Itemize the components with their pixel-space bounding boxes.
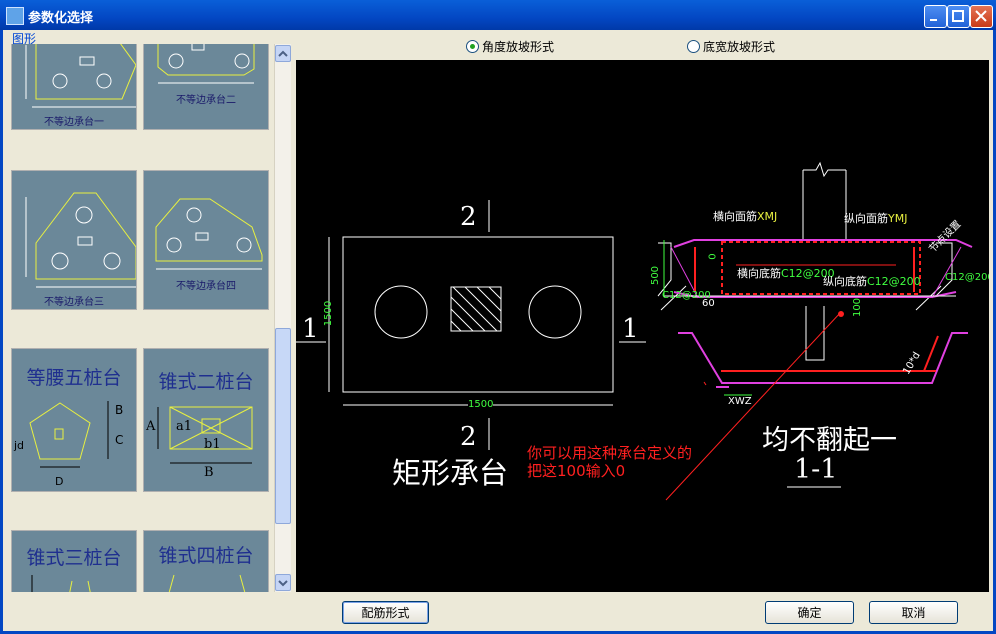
label-hundred: 100 [852,297,864,318]
title-bar: 参数化选择 [0,0,996,30]
label-bottom-transverse: 横向底筋C12@200 [737,267,835,280]
shape-thumb-6[interactable]: 锥式二桩台 A a1 b1 B [143,348,269,492]
ok-button[interactable]: 确定 [765,601,854,624]
close-button[interactable] [970,5,993,28]
cancel-button[interactable]: 取消 [869,601,958,624]
label-zero: 0 [707,253,719,260]
maximize-icon [952,10,964,22]
shape-thumb-5[interactable]: 等腰五桩台 B C D jd [11,348,137,492]
scroll-thumb[interactable] [275,328,291,524]
maximize-button[interactable] [947,5,970,28]
label-angle: 60 [702,298,715,309]
shape-thumb-1[interactable]: 不等边承台一 [11,44,137,130]
radio-unchecked-icon[interactable] [687,40,700,53]
shape-1-label: 不等边承台一 [44,117,104,128]
section-mark-bottom: 2 [460,422,477,452]
shape-3-drawing [25,192,136,288]
shape-thumb-7[interactable]: 锥式三桩台 [11,530,137,592]
window-title: 参数化选择 [28,11,94,26]
label-top-transverse: 横向面筋XMJ [713,210,778,223]
shape-7-drawing [31,575,91,592]
chevron-down-icon [278,580,288,587]
gallery-scrollbar[interactable] [274,44,291,592]
section-title: 均不翻起一 [762,425,897,456]
app-icon [6,7,24,25]
shape-8-drawing [168,574,246,592]
section-mark-top: 2 [460,202,477,232]
shape-2-label: 不等边承台二 [176,95,236,106]
radio-angle-slope[interactable]: 角度放坡形式 [466,38,554,55]
reinforce-form-button[interactable]: 配筋形式 [342,601,429,624]
dim-b-label-2: B [204,465,214,480]
label-xwz: XWZ [728,396,752,407]
dim-b-label: B [115,403,124,417]
dim-jd-label: jd [14,439,25,452]
radio-angle-slope-label: 角度放坡形式 [482,40,555,54]
shape-thumb-3[interactable]: 不等边承台三 [11,170,137,310]
shape-2-drawing [157,44,255,84]
dim-a1-label: a1 [176,419,193,434]
radio-checked-icon[interactable] [466,40,479,53]
section-name: 1-1 [794,454,838,485]
shape-5-drawing [29,401,109,468]
label-h500: 500 [650,265,662,286]
label-rebar-spec-right: C12@200 [945,272,989,283]
shape-4-label: 不等边承台四 [176,281,236,292]
shape-thumb-4[interactable]: 不等边承台四 [143,170,269,310]
side-mark-left: 1 [302,314,319,344]
label-bottom-longitudinal: 纵向底筋C12@200 [823,275,921,288]
shape-thumb-8[interactable]: 锥式四桩台 [143,530,269,592]
dim-a-label: A [146,419,156,434]
scroll-up-button[interactable] [275,45,291,62]
plan-width-dim: 1500 [468,399,494,410]
dim-d-label: D [55,475,64,488]
shape-thumb-2[interactable]: 不等边承台二 [143,44,269,130]
minimize-icon [930,19,937,21]
dim-c-label: C [115,433,124,447]
scroll-down-button[interactable] [275,574,291,591]
label-top-longitudinal: 纵向面筋YMJ [844,212,908,225]
close-icon [975,10,987,22]
radio-width-slope-label: 底宽放坡形式 [703,40,776,54]
side-mark-right: 1 [622,314,639,344]
minimize-button[interactable] [924,5,947,28]
dim-b1-label: b1 [204,437,221,452]
plan-title: 矩形承台 [392,456,509,490]
chevron-up-icon [278,50,288,57]
note-line-2: 把这100输入0 [527,462,626,480]
pile-cap-drawing [296,161,973,501]
shape-3-label: 不等边承台三 [44,297,104,308]
plan-height-dim: 1500 [323,300,335,327]
shape-gallery: 不等边承台一 不等边承台二 不等边承台三 不等边承台四 等腰五桩台 B C D … [8,44,272,592]
preview-canvas: 2 2 1 1 1500 1500 矩形承台 你可以用这种承台定义的 把这100… [296,60,989,592]
radio-width-slope[interactable]: 底宽放坡形式 [687,38,775,55]
